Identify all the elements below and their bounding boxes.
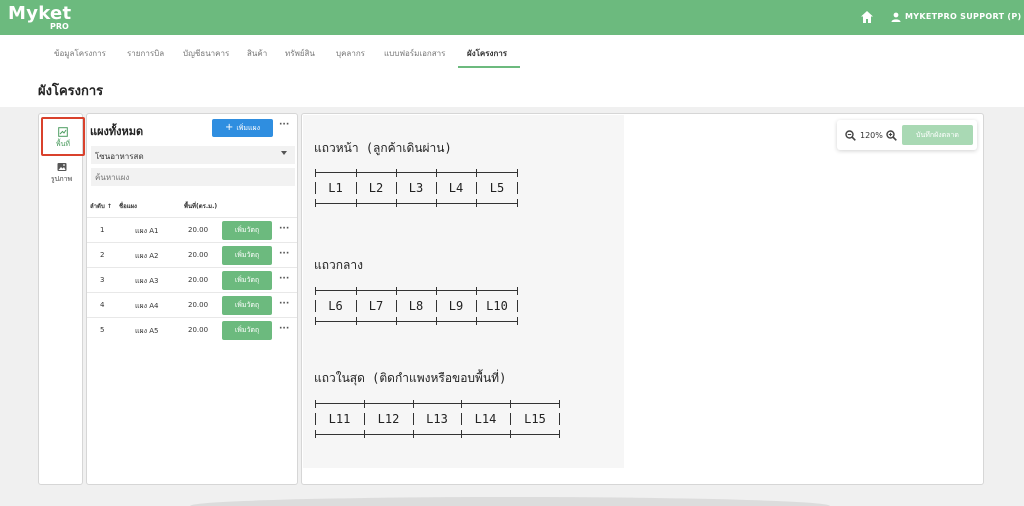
table-row[interactable]: 3 แผง A3 20.00 เพิ่มวัตถุ ··· xyxy=(87,267,297,292)
stall-l4: L4 xyxy=(436,169,476,207)
tab-document-forms[interactable]: แบบฟอร์มเอกสาร xyxy=(384,47,445,60)
row-order: 2 xyxy=(100,251,105,259)
rail-area-label: พื้นที่ xyxy=(55,140,70,148)
row-name: แผง A3 xyxy=(135,277,159,285)
column-header-name[interactable]: ชื่อแผง xyxy=(119,201,137,211)
add-item-button[interactable]: เพิ่มวัตถุ xyxy=(222,271,272,290)
zoom-toolbar: 120% บันทึกผังตลาด xyxy=(837,120,977,150)
column-header-order[interactable]: ลำดับ ↑ xyxy=(90,201,112,211)
row-name: แผง A2 xyxy=(135,252,159,260)
row-order: 5 xyxy=(100,326,105,334)
plus-icon: + xyxy=(224,122,234,133)
row-more-icon[interactable]: ··· xyxy=(279,324,289,334)
rail-image-label: รูปภาพ xyxy=(50,175,73,183)
main-nav: ข้อมูลโครงการ รายการบิล บัญชีธนาคาร สินค… xyxy=(0,35,1024,69)
row-area: 20.00 xyxy=(188,276,209,284)
stall-l6: L6 xyxy=(315,287,356,325)
tab-products[interactable]: สินค้า xyxy=(247,47,267,60)
stall-row-back: L11 L12 L13 L14 L15 xyxy=(315,400,560,438)
top-bar: Myket PRO MYKETPRO SUPPORT (P) xyxy=(0,0,1024,35)
rail-item-area[interactable]: พื้นที่ xyxy=(41,117,85,156)
row-area: 20.00 xyxy=(188,251,209,259)
image-icon xyxy=(57,163,66,171)
tab-project-layout[interactable]: ผังโครงการ xyxy=(467,47,507,60)
row-label-middle: แถวกลาง xyxy=(314,258,363,272)
add-booth-button[interactable]: + เพิ่มแผง xyxy=(212,119,273,137)
row-label-back: แถวในสุด (ติดกำแพงหรือขอบพื้นที่) xyxy=(314,371,507,385)
tab-bills[interactable]: รายการบิล xyxy=(127,47,164,60)
zoom-level: 120% xyxy=(860,131,883,140)
tab-personnel[interactable]: บุคลากร xyxy=(336,47,365,60)
save-plan-button[interactable]: บันทึกผังตลาด xyxy=(902,125,973,145)
zoom-out-icon[interactable] xyxy=(845,130,856,141)
tool-rail: พื้นที่ รูปภาพ xyxy=(38,113,85,485)
row-order: 4 xyxy=(100,301,105,309)
row-more-icon[interactable]: ··· xyxy=(279,249,289,259)
row-name: แผง A5 xyxy=(135,327,159,335)
user-menu[interactable]: MYKETPRO SUPPORT (P) xyxy=(905,12,1022,21)
add-item-button[interactable]: เพิ่มวัตถุ xyxy=(222,246,272,265)
row-name: แผง A4 xyxy=(135,302,159,310)
row-label-front: แถวหน้า (ลูกค้าเดินผ่าน) xyxy=(314,141,452,155)
user-icon xyxy=(891,12,901,22)
row-more-icon[interactable]: ··· xyxy=(279,224,289,234)
stall-l11: L11 xyxy=(315,400,364,438)
booth-search-input[interactable] xyxy=(91,168,295,186)
logo-sub-text: PRO xyxy=(50,22,69,31)
stall-row-front: L1 L2 L3 L4 L5 xyxy=(315,169,518,207)
row-area: 20.00 xyxy=(188,326,209,334)
stall-l1: L1 xyxy=(315,169,356,207)
layout-canvas-panel: แถวหน้า (ลูกค้าเดินผ่าน) L1 L2 L3 L4 L5 … xyxy=(301,113,984,485)
active-tab-indicator xyxy=(458,66,520,68)
stall-l15: L15 xyxy=(510,400,560,438)
chevron-down-icon xyxy=(281,151,287,155)
sort-up-icon: ↑ xyxy=(106,203,112,210)
add-item-button[interactable]: เพิ่มวัตถุ xyxy=(222,296,272,315)
tab-bank-accounts[interactable]: บัญชีธนาคาร xyxy=(183,47,229,60)
table-row[interactable]: 1 แผง A1 20.00 เพิ่มวัตถุ ··· xyxy=(87,217,297,242)
stall-l2: L2 xyxy=(356,169,396,207)
booth-list-more-icon[interactable]: ··· xyxy=(279,120,289,130)
row-order: 3 xyxy=(100,276,105,284)
booth-list-panel: แผงทั้งหมด + เพิ่มแผง ··· โซนอาหารสด ลำด… xyxy=(86,113,298,485)
stall-l12: L12 xyxy=(364,400,413,438)
area-icon xyxy=(58,127,68,137)
app-logo[interactable]: Myket PRO xyxy=(8,3,78,33)
row-area: 20.00 xyxy=(188,226,209,234)
stall-l9: L9 xyxy=(436,287,476,325)
rail-item-image[interactable]: รูปภาพ xyxy=(39,162,84,192)
stall-l5: L5 xyxy=(476,169,518,207)
table-row[interactable]: 5 แผง A5 20.00 เพิ่มวัตถุ ··· xyxy=(87,317,297,342)
column-header-area[interactable]: พื้นที่(ตร.ม.) xyxy=(184,201,217,211)
zone-select-value: โซนอาหารสด xyxy=(95,152,144,161)
add-item-button[interactable]: เพิ่มวัตถุ xyxy=(222,321,272,340)
stall-l8: L8 xyxy=(396,287,436,325)
table-row[interactable]: 4 แผง A4 20.00 เพิ่มวัตถุ ··· xyxy=(87,292,297,317)
home-icon[interactable] xyxy=(860,10,874,24)
add-item-button[interactable]: เพิ่มวัตถุ xyxy=(222,221,272,240)
stall-l10: L10 xyxy=(476,287,518,325)
tab-project-info[interactable]: ข้อมูลโครงการ xyxy=(54,47,106,60)
table-row[interactable]: 2 แผง A2 20.00 เพิ่มวัตถุ ··· xyxy=(87,242,297,267)
page-title: ผังโครงการ xyxy=(38,84,104,99)
booth-list-title: แผงทั้งหมด xyxy=(90,125,144,138)
add-booth-label: เพิ่มแผง xyxy=(236,123,261,132)
row-more-icon[interactable]: ··· xyxy=(279,274,289,284)
zoom-in-icon[interactable] xyxy=(886,130,897,141)
stall-row-middle: L6 L7 L8 L9 L10 xyxy=(315,287,518,325)
stall-l3: L3 xyxy=(396,169,436,207)
tab-assets[interactable]: ทรัพย์สิน xyxy=(285,47,315,60)
zone-select[interactable]: โซนอาหารสด xyxy=(91,146,295,164)
row-order: 1 xyxy=(100,226,105,234)
row-more-icon[interactable]: ··· xyxy=(279,299,289,309)
stall-l13: L13 xyxy=(413,400,461,438)
logo-text: Myket xyxy=(8,3,72,24)
stall-l14: L14 xyxy=(461,400,510,438)
row-area: 20.00 xyxy=(188,301,209,309)
stall-l7: L7 xyxy=(356,287,396,325)
row-name: แผง A1 xyxy=(135,227,159,235)
floor-plan-image[interactable]: แถวหน้า (ลูกค้าเดินผ่าน) L1 L2 L3 L4 L5 … xyxy=(303,115,624,468)
